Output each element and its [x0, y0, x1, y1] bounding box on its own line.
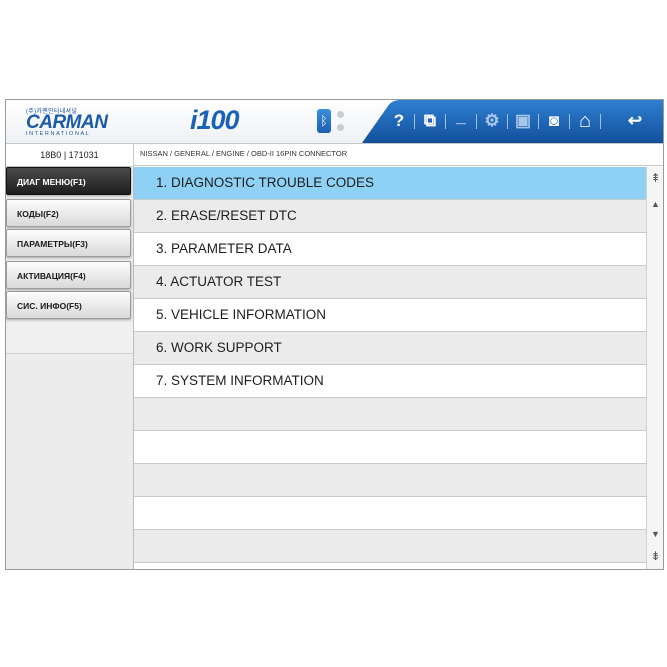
- help-icon[interactable]: ?: [386, 108, 412, 134]
- toolbar-divider: [600, 114, 601, 129]
- toolbar-divider: [538, 114, 539, 129]
- toolbar-divider: [569, 114, 570, 129]
- sidebar: ДИАГ МЕНЮ(F1) КОДЫ(F2) ПАРАМЕТРЫ(F3) АКТ…: [6, 167, 134, 569]
- sidebar-item-activation[interactable]: АКТИВАЦИЯ(F4): [6, 261, 131, 289]
- menu-item-erase-dtc[interactable]: 2. ERASE/RESET DTC: [134, 200, 646, 233]
- list-item: [134, 530, 646, 563]
- scroll-top-icon[interactable]: ⇞: [647, 171, 663, 185]
- back-icon[interactable]: ↩: [622, 108, 648, 134]
- menu-item-parameter-data[interactable]: 3. PARAMETER DATA: [134, 233, 646, 266]
- bluetooth-icon: ᛒ: [317, 109, 331, 133]
- sidebar-item-diag-menu[interactable]: ДИАГ МЕНЮ(F1): [6, 167, 131, 195]
- camera-icon[interactable]: ◙: [541, 108, 567, 134]
- settings-icon[interactable]: ⚙: [479, 108, 505, 134]
- scroll-up-icon[interactable]: ▲: [647, 199, 663, 209]
- toolbar: ? ⧉ _ ⚙ ▣ ◙ ⌂ ↩: [362, 100, 663, 143]
- scroll-bottom-icon[interactable]: ⇟: [647, 549, 663, 563]
- breadcrumb: NISSAN / GENERAL / ENGINE / OBD-II 16PIN…: [134, 144, 663, 166]
- sidebar-item-parameters[interactable]: ПАРАМЕТРЫ(F3): [6, 229, 131, 257]
- scroll-down-icon[interactable]: ▼: [647, 529, 663, 539]
- sidebar-spacer: [6, 323, 133, 354]
- toolbar-divider: [507, 114, 508, 129]
- list-item: [134, 497, 646, 530]
- logo-subtitle: INTERNATIONAL: [26, 131, 91, 137]
- sidebar-item-codes[interactable]: КОДЫ(F2): [6, 199, 131, 227]
- status-dot-icon: [337, 124, 344, 131]
- list-item: [134, 398, 646, 431]
- home-icon[interactable]: ⌂: [572, 108, 598, 134]
- menu-item-system-info[interactable]: 7. SYSTEM INFORMATION: [134, 365, 646, 398]
- menu-item-vehicle-info[interactable]: 5. VEHICLE INFORMATION: [134, 299, 646, 332]
- list-item: [134, 464, 646, 497]
- app-window: (주)카맨인터내셔널 CARMAN INTERNATIONAL i100 ᛒ ?…: [5, 99, 664, 570]
- menu-item-dtc[interactable]: 1. DIAGNOSTIC TROUBLE CODES: [134, 167, 646, 200]
- save-icon[interactable]: ▣: [510, 108, 536, 134]
- header-bar: (주)카맨인터내셔널 CARMAN INTERNATIONAL i100 ᛒ ?…: [6, 100, 663, 144]
- window-icon[interactable]: ⧉: [417, 108, 443, 134]
- toolbar-divider: [476, 114, 477, 129]
- vehicle-id-label: 18B0 | 171031: [6, 144, 134, 167]
- minimize-icon[interactable]: _: [448, 108, 474, 134]
- menu-item-work-support[interactable]: 6. WORK SUPPORT: [134, 332, 646, 365]
- toolbar-divider: [414, 114, 415, 129]
- menu-item-actuator-test[interactable]: 4. ACTUATOR TEST: [134, 266, 646, 299]
- model-title: i100: [190, 105, 240, 135]
- scrollbar[interactable]: ⇞ ▲ ▼ ⇟: [646, 167, 663, 569]
- diagnostic-menu-list: 1. DIAGNOSTIC TROUBLE CODES 2. ERASE/RES…: [134, 167, 646, 569]
- list-item: [134, 431, 646, 464]
- carman-logo: (주)카맨인터내셔널 CARMAN INTERNATIONAL: [20, 106, 120, 138]
- status-dot-icon: [337, 111, 344, 118]
- sidebar-item-system-info[interactable]: СИС. ИНФО(F5): [6, 291, 131, 319]
- toolbar-divider: [445, 114, 446, 129]
